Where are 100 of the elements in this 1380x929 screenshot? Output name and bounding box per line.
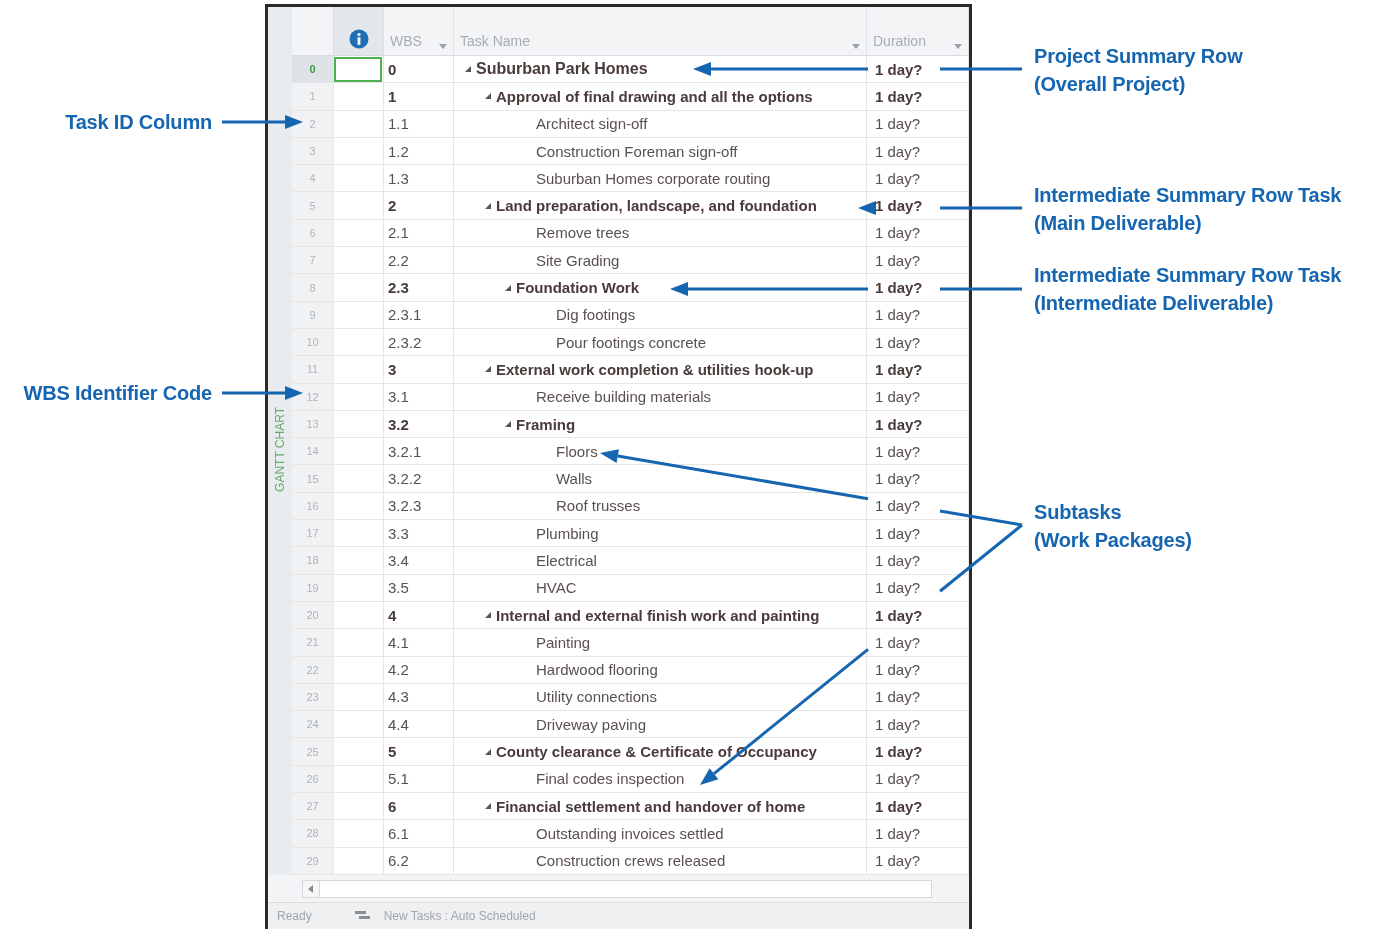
wbs-cell-text: 2.1 xyxy=(387,224,409,242)
wbs-cell-text: 3.2.3 xyxy=(387,497,422,515)
callout-title: Project Summary Row xyxy=(1034,44,1243,69)
wbs-cell-text: 6.2 xyxy=(387,852,409,870)
row-id[interactable]: 10 xyxy=(292,328,334,356)
row-id[interactable]: 8 xyxy=(292,274,334,301)
row-id[interactable]: 1 xyxy=(292,83,334,110)
row-id[interactable]: 26 xyxy=(292,765,334,792)
task-name-cell: HVAC xyxy=(536,579,577,597)
wbs-cell-text: 5.1 xyxy=(387,770,409,788)
wbs-cell-text: 3.2 xyxy=(387,415,409,433)
row-id[interactable]: 19 xyxy=(292,574,334,601)
row-id[interactable]: 0 xyxy=(292,56,334,83)
row-id[interactable]: 4 xyxy=(292,165,334,192)
duration-cell-text: 1 day? xyxy=(874,415,923,433)
task-name-cell: Walls xyxy=(556,470,593,488)
row-id[interactable]: 6 xyxy=(292,219,334,247)
task-name-cell: Hardwood flooring xyxy=(536,661,658,679)
task-name-cell: Framing xyxy=(516,415,576,433)
duration-cell-text: 1 day? xyxy=(874,579,921,597)
callout-note: (Intermediate Deliverable) xyxy=(1034,291,1275,316)
wbs-cell-text: 2.2 xyxy=(387,251,409,269)
callout-note: (Work Packages) xyxy=(1034,528,1192,553)
row-id[interactable]: 14 xyxy=(292,438,334,465)
wbs-column-header[interactable]: WBS xyxy=(390,33,422,49)
wbs-cell-text: 1.2 xyxy=(387,142,409,160)
task-name-cell: Painting xyxy=(536,633,591,651)
row-id[interactable]: 16 xyxy=(292,492,334,520)
task-name-cell: Land preparation, landscape, and foundation xyxy=(496,197,817,215)
row-id[interactable]: 22 xyxy=(292,656,334,683)
row-id[interactable]: 11 xyxy=(292,356,334,383)
row-id[interactable]: 18 xyxy=(292,547,334,574)
row-id[interactable]: 28 xyxy=(292,820,334,847)
view-label[interactable]: GANTT CHART xyxy=(273,407,287,492)
wbs-cell-text: 2 xyxy=(387,197,397,215)
wbs-cell-text: 4.4 xyxy=(387,715,409,733)
row-id[interactable]: 3 xyxy=(292,137,334,165)
duration-cell-text: 1 day? xyxy=(874,633,921,651)
wbs-cell-text: 3.4 xyxy=(387,552,409,569)
wbs-cell-text: 4.1 xyxy=(387,633,409,651)
row-id[interactable]: 7 xyxy=(292,247,334,274)
row-id[interactable]: 9 xyxy=(292,301,334,328)
wbs-cell-text: 3.1 xyxy=(387,388,409,406)
task-name-cell: Electrical xyxy=(536,552,597,569)
row-id[interactable]: 25 xyxy=(292,738,334,765)
row-id[interactable]: 27 xyxy=(292,793,334,820)
row-id[interactable]: 29 xyxy=(292,847,334,874)
row-id[interactable]: 24 xyxy=(292,711,334,738)
task-name-cell: Utility connections xyxy=(536,688,657,706)
wbs-cell-text: 1.1 xyxy=(387,115,409,133)
task-name-cell: Outstanding invoices settled xyxy=(536,824,724,842)
wbs-cell-text: 3 xyxy=(387,360,397,378)
row-id[interactable]: 5 xyxy=(292,192,334,219)
task-mode-text[interactable]: New Tasks : Auto Scheduled xyxy=(383,909,536,923)
duration-cell-text: 1 day? xyxy=(874,306,921,324)
row-id[interactable]: 20 xyxy=(292,601,334,629)
duration-cell-text: 1 day? xyxy=(874,852,921,870)
horizontal-scrollbar[interactable] xyxy=(302,879,932,898)
row-id[interactable]: 15 xyxy=(292,465,334,492)
callout-note: (Overall Project) xyxy=(1034,72,1187,97)
duration-column-header[interactable]: Duration xyxy=(873,33,926,49)
callout-title: Task ID Column xyxy=(65,110,212,135)
duration-cell-text: 1 day? xyxy=(874,770,921,788)
row-id[interactable]: 21 xyxy=(292,629,334,656)
duration-cell-text: 1 day? xyxy=(874,388,921,406)
duration-cell-text: 1 day? xyxy=(874,497,921,515)
wbs-cell-text: 3.3 xyxy=(387,524,409,542)
wbs-cell-text: 4 xyxy=(387,606,397,624)
duration-cell-text: 1 day? xyxy=(874,524,921,542)
duration-cell-text: 1 day? xyxy=(874,115,921,133)
task-name-cell: External work completion & utilities hook-up xyxy=(496,360,814,378)
row-id[interactable]: 13 xyxy=(292,410,334,438)
row-id[interactable]: 17 xyxy=(292,520,334,547)
callout-title: Subtasks xyxy=(1034,500,1123,525)
task-name-column-header[interactable]: Task Name xyxy=(460,33,531,49)
row-id[interactable]: 23 xyxy=(292,683,334,711)
wbs-cell-text: 2.3 xyxy=(387,279,409,296)
wbs-cell-text: 1 xyxy=(387,87,397,105)
wbs-cell-text: 3.2.2 xyxy=(387,470,422,488)
duration-cell-text: 1 day? xyxy=(874,470,921,488)
duration-cell-text: 1 day? xyxy=(874,442,921,460)
task-name-cell: Driveway paving xyxy=(536,715,647,733)
task-name-cell: Architect sign-off xyxy=(536,115,648,133)
wbs-cell-text: 0 xyxy=(387,60,397,78)
duration-cell-text: 1 day? xyxy=(874,661,921,679)
duration-cell-text: 1 day? xyxy=(874,606,923,624)
indicator-cell[interactable] xyxy=(334,56,382,82)
task-name-cell: Suburban Homes corporate routing xyxy=(536,169,771,187)
scroll-left-icon[interactable] xyxy=(303,880,320,897)
task-name-cell: Suburban Park Homes xyxy=(476,60,648,79)
task-name-cell: Construction Foreman sign-off xyxy=(536,142,738,160)
task-name-cell: Foundation Work xyxy=(516,279,640,296)
wbs-cell-text: 4.3 xyxy=(387,688,409,706)
wbs-cell-text: 4.2 xyxy=(387,661,409,679)
task-name-cell: Site Grading xyxy=(536,251,620,269)
duration-cell-text: 1 day? xyxy=(874,87,923,105)
task-name-cell: Dig footings xyxy=(556,306,636,324)
duration-cell-text: 1 day? xyxy=(874,552,921,569)
wbs-cell-text: 6 xyxy=(387,797,397,815)
task-name-cell: Financial settlement and handover of home xyxy=(496,797,806,815)
